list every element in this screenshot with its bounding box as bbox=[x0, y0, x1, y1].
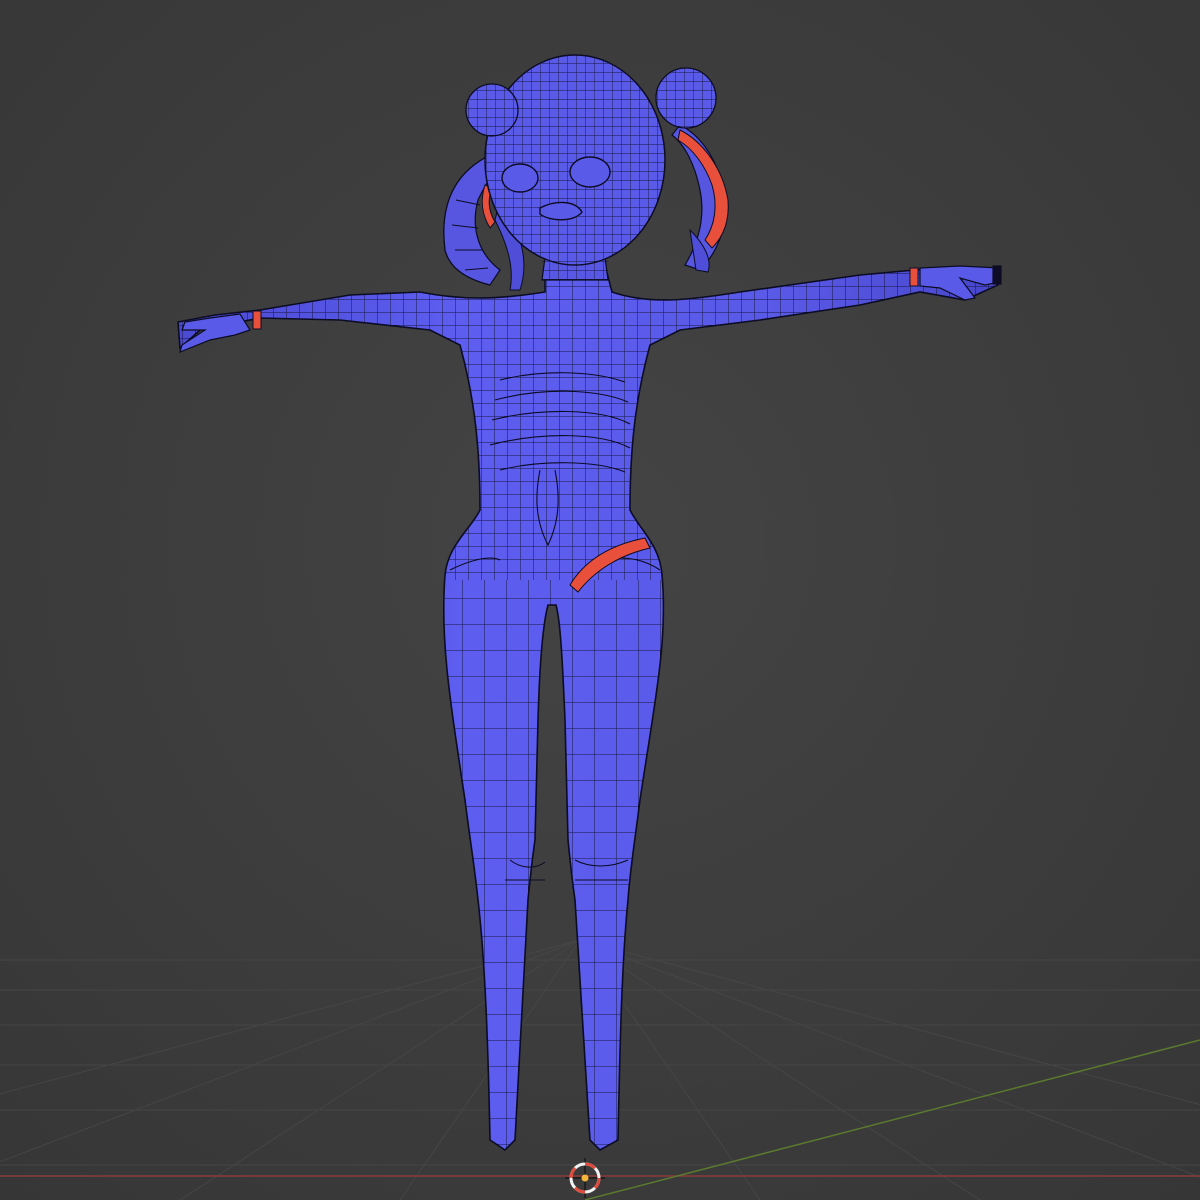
3d-viewport[interactable] bbox=[0, 0, 1200, 1200]
